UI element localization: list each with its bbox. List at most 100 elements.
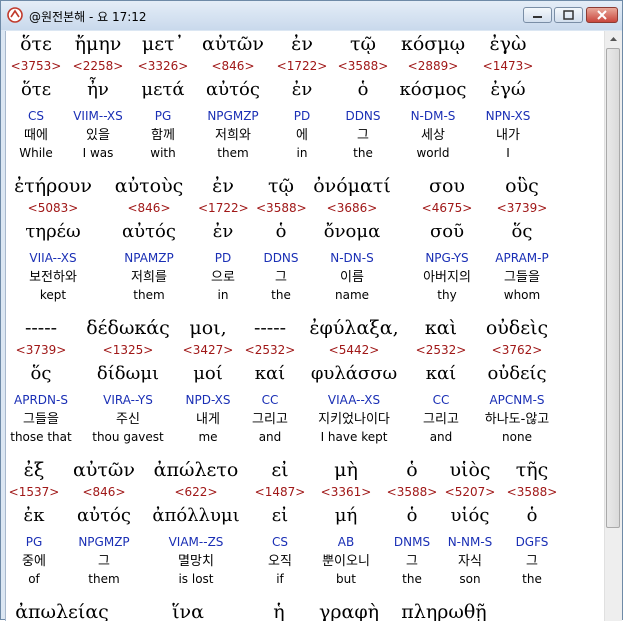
strong-number[interactable]: <3762>: [476, 341, 558, 360]
word-cell[interactable]: ἵνα: [156, 599, 220, 621]
word-cell[interactable]: ὁ <3588> ὁ DNMS 그 the: [386, 457, 438, 587]
word-cell[interactable]: δέδωκάς <1325> δίδωμι VIRA--YS 주신 thou g…: [84, 315, 172, 445]
strong-number[interactable]: <3739>: [6, 341, 76, 360]
parsing-code: VIRA--YS: [103, 393, 153, 407]
lemma: οὐδείς: [487, 363, 547, 384]
strong-number[interactable]: <3427>: [180, 341, 236, 360]
word-cell[interactable]: ἐν <1722> ἐν PD 으로 in: [198, 173, 249, 303]
word-cell[interactable]: ὀνόματί <3686> ὄνομα N-DN-S 이름 name: [310, 173, 394, 303]
scrollbar-thumb[interactable]: [606, 48, 620, 528]
word-cell[interactable]: υἱὸς <5207> υἱός N-NM-S 자식 son: [442, 457, 498, 587]
close-icon: [597, 10, 607, 20]
parsing-code: NPG-YS: [425, 251, 469, 265]
minimize-button[interactable]: [523, 7, 552, 23]
word-cell[interactable]: οὐδεὶς <3762> οὐδείς APCNM-S 하나도-않고 none: [476, 315, 558, 445]
strong-number[interactable]: <3588>: [334, 57, 392, 76]
word-cell[interactable]: καὶ <2532> καί CC 그리고 and: [410, 315, 472, 445]
word-cell[interactable]: τῷ <3588> ὁ DDNS 그 the: [334, 31, 392, 161]
word-cell[interactable]: ἀπωλείας: [6, 599, 118, 621]
word-cell[interactable]: ἤμην <2258> ἦν VIIM--XS 있을 I was: [66, 31, 130, 161]
close-button[interactable]: [586, 7, 618, 23]
greek-word: ἐν: [212, 175, 234, 197]
word-cell[interactable]: αὐτῶν <846> αὐτός NPGMZP 저희와 them: [198, 31, 268, 161]
parsing-code: VIIM--XS: [73, 109, 123, 123]
strong-number[interactable]: <1473>: [476, 57, 540, 76]
strong-number[interactable]: <3739>: [486, 199, 558, 218]
word-cell[interactable]: σου <4675> σοῦ NPG-YS 아버지의 thy: [410, 173, 484, 303]
word-cell[interactable]: τῷ <3588> ὁ DDNS 그 the: [256, 173, 307, 303]
word-cell[interactable]: εἰ <1487> εἰ CS 오직 if: [252, 457, 308, 587]
word-cell[interactable]: ἐν <1722> ἐν PD 에 in: [276, 31, 328, 161]
vertical-scrollbar[interactable]: [604, 31, 622, 621]
word-cell[interactable]: γραφὴ: [306, 599, 392, 621]
strong-number[interactable]: <3326>: [132, 57, 194, 76]
word-cell[interactable]: ἀπώλετο <622> ἀπόλλυμι VIAM--ZS 멸망치 is l…: [146, 457, 246, 587]
strong-number[interactable]: <846>: [66, 483, 142, 502]
korean-gloss: 세상: [421, 128, 445, 143]
title-bar[interactable]: @원전본해 - 요 17:12: [1, 1, 622, 30]
greek-word: πληρωθῇ: [401, 601, 487, 621]
word-cell[interactable]: τῆς <3588> ὁ DGFS 그 the: [502, 457, 562, 587]
greek-word: ὁ: [406, 459, 418, 481]
english-gloss: thou gavest: [92, 430, 164, 444]
parsing-code: VIAM--ZS: [168, 535, 224, 549]
greek-word: καὶ: [424, 317, 458, 339]
strong-number[interactable]: <2258>: [66, 57, 130, 76]
word-cell[interactable]: κόσμῳ <2889> κόσμος N-DM-S 세상 world: [396, 31, 470, 161]
korean-gloss: 그: [98, 554, 110, 569]
word-cell[interactable]: ἐφύλαξα, <5442> φυλάσσω VIAA--XS 지키었나이다 …: [302, 315, 406, 445]
english-gloss: if: [276, 572, 284, 586]
greek-word: αὐτοὺς: [114, 175, 184, 197]
korean-gloss: 저희와: [215, 128, 251, 143]
word-cell[interactable]: ----- <3739> ὅς APRDN-S 그들을 those that: [6, 315, 76, 445]
word-cell[interactable]: ἡ: [254, 599, 304, 621]
strong-number[interactable]: <3361>: [314, 483, 378, 502]
strong-number[interactable]: <2889>: [396, 57, 470, 76]
lemma: υἱός: [450, 505, 490, 526]
korean-gloss: 에: [296, 128, 308, 143]
maximize-button[interactable]: [554, 7, 583, 23]
greek-word: εἰ: [271, 459, 289, 481]
strong-number[interactable]: <5442>: [302, 341, 406, 360]
korean-gloss: 그들을: [504, 270, 540, 285]
lemma: ὁ: [406, 505, 418, 526]
strong-number[interactable]: <1722>: [198, 199, 249, 218]
strong-number[interactable]: <1325>: [84, 341, 172, 360]
strong-number[interactable]: <1487>: [252, 483, 308, 502]
strong-number[interactable]: <4675>: [410, 199, 484, 218]
strong-number[interactable]: <1537>: [6, 483, 62, 502]
word-cell[interactable]: οὓς <3739> ὅς APRAM-P 그들을 whom: [486, 173, 558, 303]
scroll-up-arrow-icon[interactable]: [605, 31, 622, 48]
strong-number[interactable]: <2532>: [242, 341, 298, 360]
strong-number[interactable]: <5083>: [6, 199, 100, 218]
word-cell[interactable]: ἐξ <1537> ἐκ PG 중에 of: [6, 457, 62, 587]
strong-number[interactable]: <622>: [146, 483, 246, 502]
word-cell[interactable]: μοι, <3427> μοί NPD-XS 내게 me: [180, 315, 236, 445]
word-cell[interactable]: μετ᾽ <3326> μετά PG 함께 with: [132, 31, 194, 161]
word-cell[interactable]: ἐτήρουν <5083> τηρέω VIIA--XS 보전하와 kept: [6, 173, 100, 303]
strong-number[interactable]: <3588>: [502, 483, 562, 502]
word-cell[interactable]: αὐτοὺς <846> αὐτός NPAMZP 저희를 them: [110, 173, 188, 303]
word-cell[interactable]: μὴ <3361> μή AB 뿐이오니 but: [314, 457, 378, 587]
strong-number[interactable]: <846>: [198, 57, 268, 76]
word-cell[interactable]: αὐτῶν <846> αὐτός NPGMZP 그 them: [66, 457, 142, 587]
strong-number[interactable]: <3588>: [256, 199, 307, 218]
strong-number[interactable]: <846>: [110, 199, 188, 218]
strong-number[interactable]: <1722>: [276, 57, 328, 76]
word-cell[interactable]: ἐγὼ <1473> ἐγώ NPN-XS 내가 I: [476, 31, 540, 161]
strong-number[interactable]: <3588>: [386, 483, 438, 502]
strong-number[interactable]: <5207>: [442, 483, 498, 502]
lemma: ἦν: [87, 79, 109, 100]
strong-number[interactable]: <2532>: [410, 341, 472, 360]
parsing-code: DGFS: [515, 535, 549, 549]
strong-number[interactable]: <3686>: [310, 199, 394, 218]
greek-word: ἐξ: [23, 459, 45, 481]
lemma: μή: [334, 505, 358, 526]
parsing-code: APRAM-P: [495, 251, 549, 265]
strong-number[interactable]: <3753>: [6, 57, 66, 76]
word-cell[interactable]: ----- <2532> καί CC 그리고 and: [242, 315, 298, 445]
word-cell[interactable]: πληρωθῇ: [394, 599, 494, 621]
word-cell[interactable]: ὅτε <3753> ὅτε CS 때에 While: [6, 31, 66, 161]
interlinear-content[interactable]: ὅτε <3753> ὅτε CS 때에 While ἤμην <2258> ἦ…: [5, 31, 605, 621]
greek-word: ἵνα: [172, 601, 204, 621]
